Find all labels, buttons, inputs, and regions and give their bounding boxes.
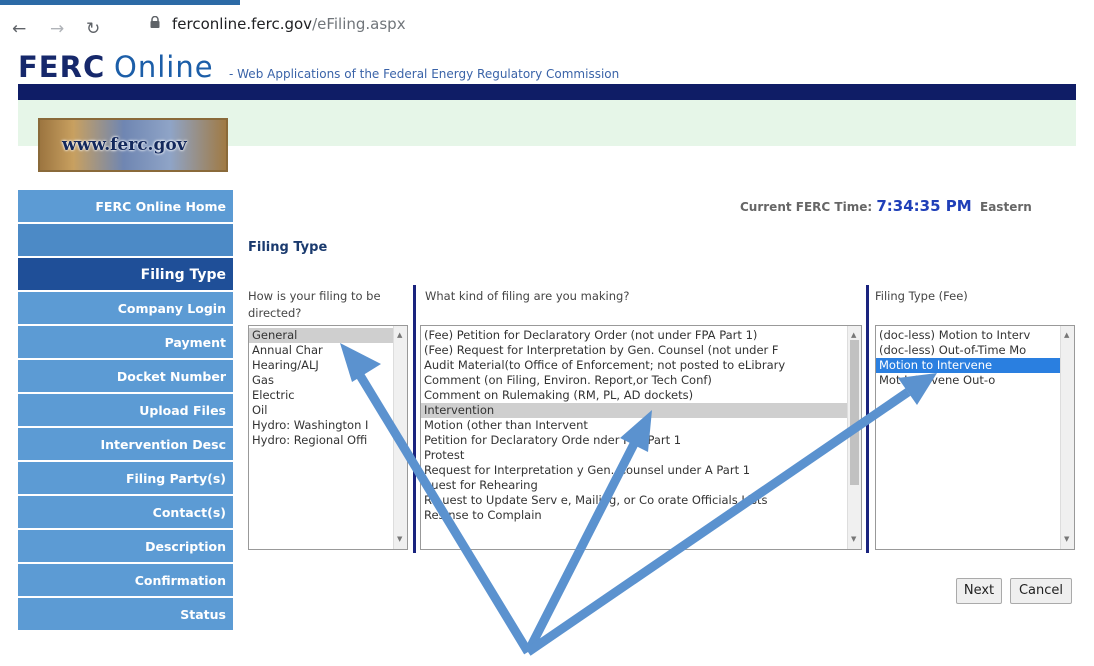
arrow-to-motion-to-intervene (525, 388, 911, 656)
arrow-to-general (354, 369, 532, 655)
annotation-arrows (340, 343, 937, 656)
arrowhead-general (340, 343, 381, 382)
arrowhead-intervention (620, 410, 652, 452)
